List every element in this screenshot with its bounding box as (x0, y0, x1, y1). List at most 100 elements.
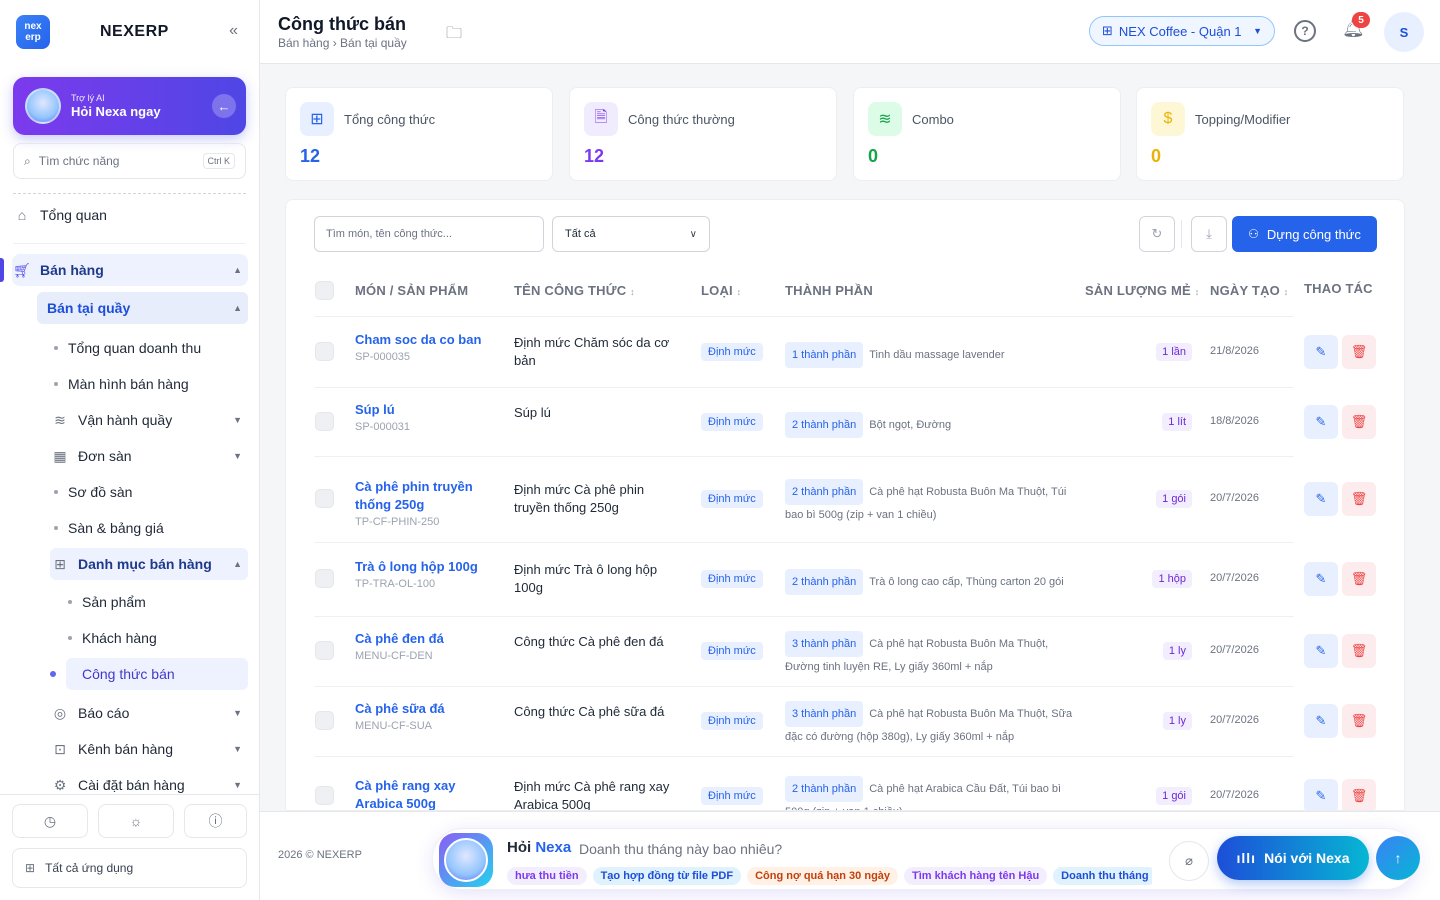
divider (314, 316, 1294, 317)
product-link[interactable]: Cà phê đen đá (355, 630, 495, 648)
stat-card[interactable]: ≋ Combo 0 (853, 87, 1121, 181)
ai-assistant-card[interactable]: Trợ lý AI Hỏi Nexa ngay ← (13, 77, 246, 135)
attach-button[interactable]: ⌀ (1169, 841, 1209, 881)
delete-button[interactable]: 🗑︎ (1342, 404, 1376, 439)
nexerp-logo-icon[interactable]: nex erp (16, 15, 50, 49)
stat-card[interactable]: ⊞ Tổng công thức 12 (285, 87, 553, 181)
component-count-tag[interactable]: 2 thành phần (785, 479, 864, 505)
sidebar-item-pos[interactable]: Bán tại quầy ▲ (37, 292, 248, 324)
sidebar-item-sales-screen[interactable]: Màn hình bán hàng (54, 368, 248, 400)
talk-to-nexa-button[interactable]: ıllı Nói với Nexa (1217, 836, 1369, 880)
help-icon[interactable]: ? (1294, 20, 1316, 42)
sidebar-item-floor-orders[interactable]: ▦ Đơn sàn ▼ (50, 440, 248, 472)
nexa-question-input[interactable]: Doanh thu tháng này bao nhiêu? (579, 841, 782, 857)
suggestion-chip[interactable]: hưa thu tiền (507, 867, 587, 885)
arrow-left-icon[interactable]: ← (212, 94, 236, 118)
row-checkbox[interactable] (315, 569, 334, 588)
row-checkbox[interactable] (315, 489, 334, 508)
refresh-button[interactable]: ↻ (1139, 216, 1175, 252)
store-selector[interactable]: ⊞ NEX Coffee - Quận 1 ▼ (1089, 16, 1275, 46)
all-apps-button[interactable]: ⊞ Tất cả ứng dụng (12, 848, 247, 888)
create-recipe-button[interactable]: ⚇ Dựng công thức (1232, 216, 1377, 252)
suggestion-chip[interactable]: Công nợ quá hạn 30 ngày (747, 867, 899, 885)
created-date: 18/8/2026 (1210, 414, 1259, 427)
suggestion-chip[interactable]: Tạo hợp đồng từ file PDF (592, 867, 742, 885)
edit-button[interactable]: ✎ (1304, 704, 1338, 738)
edit-button[interactable]: ✎ (1304, 404, 1338, 439)
product-link[interactable]: Trà ô long hộp 100g (355, 558, 495, 576)
delete-button[interactable]: 🗑︎ (1342, 482, 1376, 516)
collapse-sidebar-icon[interactable]: « (229, 22, 238, 40)
product-link[interactable]: Cà phê phin truyền thống 250g (355, 478, 495, 514)
theme-button[interactable]: ☼ (98, 804, 174, 838)
component-count-tag[interactable]: 1 thành phần (785, 342, 864, 368)
recipe-search-input[interactable]: Tìm món, tên công thức... (314, 216, 544, 252)
sort-icon: ↕ (736, 287, 742, 297)
sidebar-search-input[interactable]: ⌕ Tìm chức năng Ctrl K (13, 143, 246, 179)
sidebar-item-catalog[interactable]: ⊞ Danh mục bán hàng ▲ (50, 548, 248, 580)
delete-button[interactable]: 🗑︎ (1342, 704, 1376, 738)
stat-card[interactable]: $ Topping/Modifier 0 (1136, 87, 1404, 181)
component-count-tag[interactable]: 3 thành phần (785, 701, 864, 727)
sidebar-item-sales[interactable]: 🛒︎ Bán hàng ▲ (12, 254, 248, 286)
product-link[interactable]: Cham soc da co ban (355, 331, 495, 349)
component-count-tag[interactable]: 2 thành phần (785, 569, 864, 595)
row-checkbox[interactable] (315, 411, 334, 431)
col-header-yield[interactable]: SẢN LƯỢNG MẺ ↕ (1085, 283, 1199, 298)
sidebar-item-reports[interactable]: ◎ Báo cáo ▼ (50, 697, 248, 729)
component-count-tag[interactable]: 2 thành phần (785, 776, 864, 802)
nexa-prompt-bar[interactable]: Hỏi Nexa Doanh thu tháng này bao nhiêu? … (432, 828, 1420, 890)
breadcrumb[interactable]: Bán hàng › Bán tại quầy (278, 36, 407, 50)
col-header-recipe[interactable]: TÊN CÔNG THỨC ↕ (514, 283, 635, 298)
sidebar-item-overview[interactable]: ⌂ Tổng quan (12, 199, 248, 231)
edit-button[interactable]: ✎ (1304, 779, 1338, 810)
sidebar-item-recipes[interactable]: Công thức bán (66, 658, 248, 690)
sidebar-item-customers[interactable]: Khách hàng (68, 622, 248, 654)
download-button[interactable]: ⤓ (1191, 216, 1227, 252)
sidebar-item-floor-price[interactable]: Sàn & bảng giá (54, 512, 248, 544)
product-link[interactable]: Súp lú (355, 401, 495, 419)
edit-button[interactable]: ✎ (1304, 335, 1338, 369)
brand-name: NEXERP (100, 23, 169, 40)
delete-button[interactable]: 🗑︎ (1342, 779, 1376, 810)
delete-button[interactable]: 🗑︎ (1342, 562, 1376, 596)
alert-button[interactable]: ⓘ (184, 804, 247, 838)
col-header-type[interactable]: LOẠI ↕ (701, 283, 741, 298)
product-link[interactable]: Cà phê sữa đá (355, 700, 495, 718)
suggestion-chip[interactable]: Doanh thu tháng (1053, 867, 1152, 885)
suggestion-chip[interactable]: Tìm khách hàng tên Hậu (904, 867, 1048, 885)
sitemap-icon: ⚇ (1248, 227, 1259, 241)
avatar[interactable]: S (1384, 12, 1424, 52)
folder-icon[interactable]: 🗀 (446, 22, 462, 49)
sidebar-item-channels[interactable]: ⊡ Kênh bán hàng ▼ (50, 733, 248, 765)
cart-icon: 🛒︎ (13, 261, 31, 278)
sidebar-item-floor-map[interactable]: Sơ đồ sàn (54, 476, 248, 508)
copyright: 2026 © NEXERP (278, 849, 362, 861)
row-checkbox[interactable] (315, 342, 334, 361)
edit-button[interactable]: ✎ (1304, 482, 1338, 516)
soundwave-icon: ıllı (1236, 850, 1257, 866)
edit-button[interactable]: ✎ (1304, 634, 1338, 668)
divider (314, 456, 1294, 457)
product-link[interactable]: Cà phê rang xay Arabica 500g (355, 777, 495, 810)
sidebar-item-counter-ops[interactable]: ≋ Vận hành quầy ▼ (50, 404, 248, 436)
send-button[interactable]: ↑ (1376, 836, 1420, 880)
type-filter-select[interactable]: Tất cả ∨ (552, 216, 710, 252)
component-count-tag[interactable]: 3 thành phần (785, 631, 864, 657)
sidebar-item-revenue-overview[interactable]: Tổng quan doanh thu (54, 332, 248, 364)
component-count-tag[interactable]: 2 thành phần (785, 411, 864, 438)
edit-button[interactable]: ✎ (1304, 562, 1338, 596)
history-button[interactable]: ◷ (12, 804, 88, 838)
sidebar-item-label: Danh mục bán hàng (78, 556, 212, 572)
components-cell: 2 thành phần Cà phê hạt Robusta Buôn Ma T… (785, 479, 1075, 525)
row-checkbox[interactable] (315, 641, 334, 660)
stat-card[interactable]: 🗎︎ Công thức thường 12 (569, 87, 837, 181)
sidebar-item-products[interactable]: Sản phẩm (68, 586, 248, 618)
delete-button[interactable]: 🗑︎ (1342, 335, 1376, 369)
row-checkbox[interactable] (315, 711, 334, 730)
col-header-created[interactable]: NGÀY TẠO ↕ (1210, 283, 1289, 298)
sidebar-item-settings[interactable]: ⚙ Cài đặt bán hàng ▼ (50, 769, 248, 801)
select-all-checkbox[interactable] (315, 281, 334, 300)
delete-button[interactable]: 🗑︎ (1342, 634, 1376, 668)
row-checkbox[interactable] (315, 786, 334, 805)
